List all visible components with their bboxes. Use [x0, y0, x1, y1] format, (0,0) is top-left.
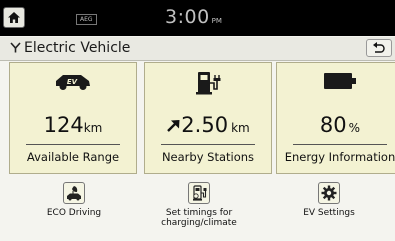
range-unit: km	[83, 121, 103, 135]
home-button[interactable]	[3, 7, 25, 28]
ev-plug-icon	[10, 42, 21, 53]
clock-time: 3:00	[165, 6, 210, 28]
stations-label: Nearby Stations	[161, 150, 255, 164]
charging-timer-button[interactable]: Set timings for charging/climate	[139, 180, 259, 240]
title-bar: Electric Vehicle	[0, 37, 395, 61]
energy-information-card[interactable]: 80% Energy Information	[276, 62, 395, 174]
energy-label: Energy Information	[284, 150, 395, 164]
battery-icon	[324, 73, 356, 89]
charging-timer-label-line2: charging/climate	[161, 218, 237, 228]
direction-arrow-icon	[167, 120, 180, 132]
aeg-badge: AEG	[76, 14, 97, 25]
range-value: 124	[43, 113, 84, 137]
eco-driving-button[interactable]: ECO Driving	[14, 180, 134, 240]
gear-icon	[321, 185, 337, 201]
charging-timer-label-line1: Set timings for	[165, 208, 233, 218]
divider	[26, 144, 120, 145]
eco-car-icon	[67, 186, 81, 201]
charge-timer-icon	[193, 185, 207, 201]
ev-settings-button[interactable]: EV Settings	[269, 180, 389, 240]
divider	[161, 144, 255, 145]
ev-screen: AEG 3:00 PM Electric Vehicle EV 124km Av…	[0, 0, 395, 241]
charging-station-icon	[196, 72, 221, 95]
page-title: Electric Vehicle	[24, 40, 131, 56]
energy-unit: %	[348, 121, 361, 135]
stations-value: 2.50	[181, 113, 229, 137]
eco-driving-label: ECO Driving	[46, 208, 102, 218]
range-label: Available Range	[26, 150, 120, 164]
nearby-stations-card[interactable]: 2.50 km Nearby Stations	[144, 62, 272, 174]
stations-unit: km	[231, 121, 250, 135]
energy-value: 80	[319, 113, 347, 137]
back-arrow-icon	[373, 42, 385, 53]
status-bar: AEG 3:00 PM	[0, 0, 395, 36]
home-icon	[8, 12, 20, 23]
svg-text:EV: EV	[67, 78, 78, 86]
available-range-card[interactable]: EV 124km Available Range	[9, 62, 137, 174]
ev-car-icon: EV	[56, 75, 90, 90]
ev-settings-label: EV Settings	[303, 208, 355, 218]
clock-ampm: PM	[211, 17, 222, 25]
back-button[interactable]	[366, 39, 392, 57]
clock: 3:00 PM	[165, 6, 222, 28]
divider	[293, 144, 387, 145]
